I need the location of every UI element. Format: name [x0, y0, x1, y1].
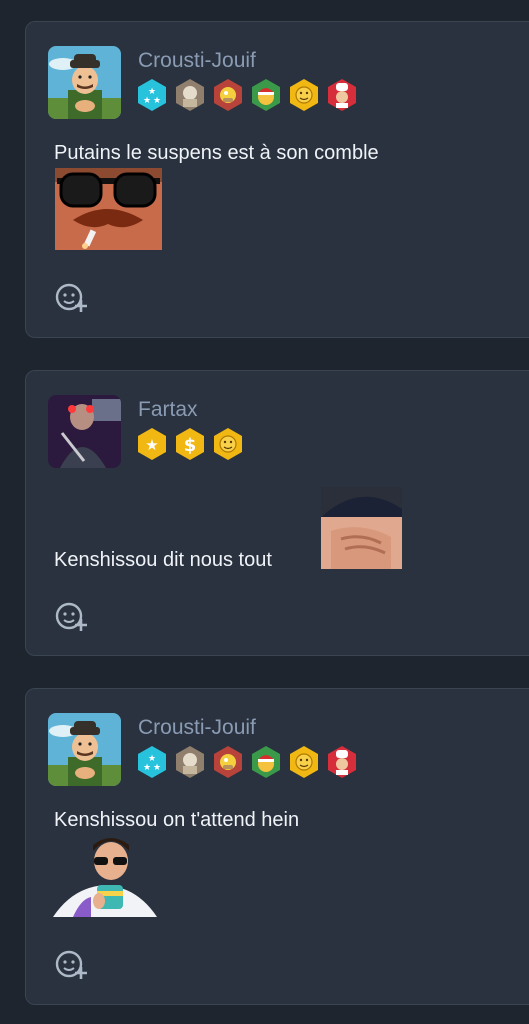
svg-text:★: ★	[143, 96, 151, 106]
post-card: Crousti-Jouif ★ ★ ★ Putains le suspens est…	[25, 21, 529, 338]
badge-row: ★ $	[136, 427, 244, 461]
hands-smiley-badge-icon[interactable]	[288, 78, 320, 112]
avatar[interactable]	[48, 46, 121, 119]
tri-star-badge-icon[interactable]: ★★ ★	[136, 745, 168, 779]
svg-text:★: ★	[153, 763, 161, 773]
badge-row: ★ ★ ★	[136, 78, 358, 112]
homer-badge-icon[interactable]	[212, 745, 244, 779]
elder-badge-icon[interactable]	[174, 78, 206, 112]
chef-badge-icon[interactable]	[326, 745, 358, 779]
star-badge-icon[interactable]: ★	[136, 427, 168, 461]
username[interactable]: Crousti-Jouif	[138, 49, 256, 73]
add-reaction-icon[interactable]	[54, 601, 90, 633]
svg-text:★: ★	[143, 763, 151, 773]
svg-text:★: ★	[145, 436, 158, 454]
svg-text:★: ★	[153, 96, 161, 106]
santa-smiley-badge-icon[interactable]	[250, 78, 282, 112]
hands-smiley-badge-icon[interactable]	[212, 427, 244, 461]
santa-smiley-badge-icon[interactable]	[250, 745, 282, 779]
post-card: Fartax ★ $ Kenshissou dit nous tout	[25, 370, 529, 656]
facepalm-beanie-sticker	[321, 487, 402, 569]
svg-text:$: $	[184, 435, 197, 456]
message-text: Putains le suspens est à son comble	[54, 142, 379, 164]
add-reaction-icon[interactable]	[54, 282, 90, 314]
tri-star-badge-icon[interactable]: ★★ ★	[136, 78, 168, 112]
badge-row: ★ ★ ★	[136, 745, 358, 779]
chef-badge-icon[interactable]	[326, 78, 358, 112]
username[interactable]: Crousti-Jouif	[138, 716, 256, 740]
avatar[interactable]	[48, 713, 121, 786]
add-reaction-icon[interactable]	[54, 949, 90, 981]
mustache-sunglasses-sticker	[55, 168, 162, 250]
post-card: Crousti-Jouif ★ ★ ★ Kenshissou on t'attend…	[25, 688, 529, 1005]
elder-badge-icon[interactable]	[174, 745, 206, 779]
homer-badge-icon[interactable]	[212, 78, 244, 112]
message-text: Kenshissou on t'attend hein	[54, 809, 300, 831]
sunglasses-mug-sticker	[53, 835, 157, 917]
hands-smiley-badge-icon[interactable]	[288, 745, 320, 779]
message-text: Kenshissou dit nous tout	[54, 549, 272, 571]
dollar-badge-icon[interactable]: $	[174, 427, 206, 461]
avatar[interactable]	[48, 395, 121, 468]
username[interactable]: Fartax	[138, 398, 198, 422]
